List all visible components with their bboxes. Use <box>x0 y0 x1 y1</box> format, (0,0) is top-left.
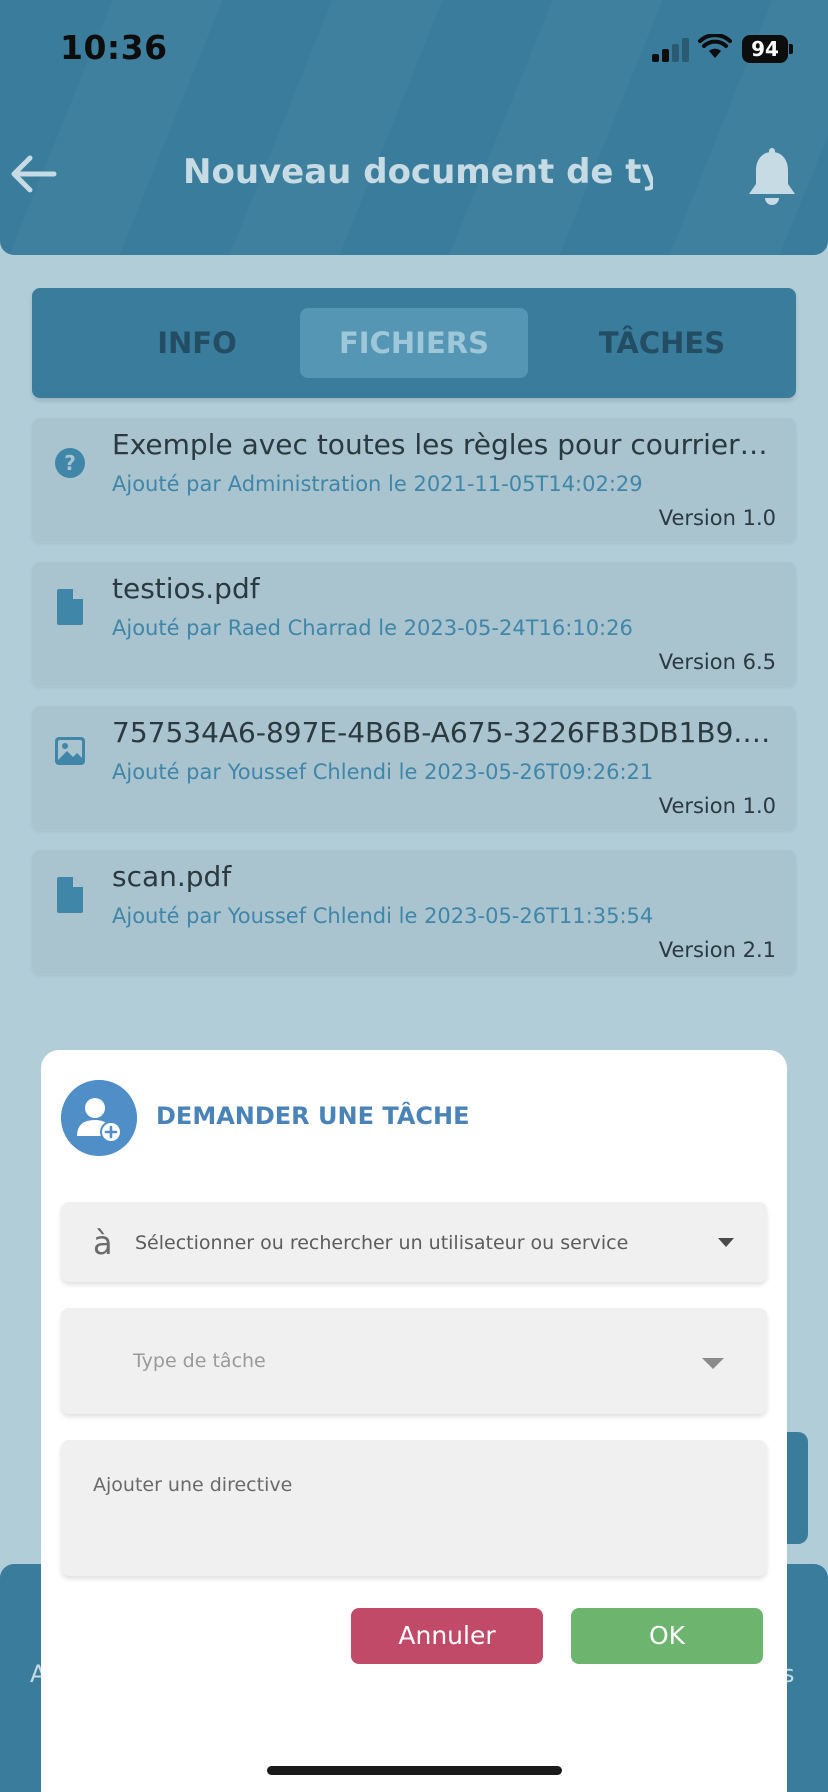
header-decoration <box>207 0 462 255</box>
help-circle-icon: ? <box>55 448 85 478</box>
file-meta: Ajouté par Administration le 2021-11-05T… <box>112 472 643 496</box>
request-task-dialog: DEMANDER UNE TÂCHE à Sélectionner ou rec… <box>41 1050 787 1792</box>
directive-placeholder: Ajouter une directive <box>93 1474 293 1496</box>
file-version: Version 1.0 <box>658 506 776 530</box>
task-type-select[interactable]: Type de tâche <box>61 1308 767 1414</box>
cellular-signal-icon <box>652 38 690 62</box>
file-list-item[interactable]: testios.pdf Ajouté par Raed Charrad le 2… <box>32 562 796 686</box>
file-name: scan.pdf <box>112 860 232 893</box>
svg-text:?: ? <box>64 451 76 475</box>
header-decoration <box>427 0 682 255</box>
tab-fichiers[interactable]: FICHIERS <box>300 308 528 378</box>
file-version: Version 6.5 <box>658 650 776 674</box>
file-version: Version 2.1 <box>658 938 776 962</box>
recipient-placeholder: Sélectionner ou rechercher un utilisateu… <box>135 1232 629 1254</box>
file-name: testios.pdf <box>112 572 260 605</box>
file-icon <box>57 877 83 913</box>
tab-info[interactable]: INFO <box>82 308 312 378</box>
directive-input[interactable]: Ajouter une directive <box>61 1440 767 1576</box>
file-name: Exemple avec toutes les règles pour cour… <box>112 428 772 461</box>
file-meta: Ajouté par Youssef Chlendi le 2023-05-26… <box>112 760 654 784</box>
recipient-select[interactable]: à Sélectionner ou rechercher un utilisat… <box>61 1202 767 1282</box>
file-list-item[interactable]: 757534A6-897E-4B6B-A675-3226FB3DB1B9.p… … <box>32 706 796 830</box>
recipient-prefix: à <box>93 1224 113 1262</box>
notification-bell-icon[interactable] <box>744 148 800 208</box>
file-list-item[interactable]: ? Exemple avec toutes les règles pour co… <box>32 418 796 542</box>
chevron-down-icon <box>718 1238 734 1247</box>
tab-bar: INFO FICHIERS TÂCHES <box>32 288 796 398</box>
chevron-down-icon <box>702 1358 724 1369</box>
file-icon <box>57 589 83 625</box>
cancel-button[interactable]: Annuler <box>351 1608 543 1664</box>
app-header: 10:36 94 Nouveau document de ty… <box>0 0 828 255</box>
ok-button[interactable]: OK <box>571 1608 763 1664</box>
home-indicator[interactable] <box>267 1766 562 1775</box>
tab-taches[interactable]: TÂCHES <box>544 308 780 378</box>
file-meta: Ajouté par Raed Charrad le 2023-05-24T16… <box>112 616 633 640</box>
file-version: Version 1.0 <box>658 794 776 818</box>
file-meta: Ajouté par Youssef Chlendi le 2023-05-26… <box>112 904 654 928</box>
task-type-placeholder: Type de tâche <box>133 1350 266 1372</box>
file-list-item[interactable]: scan.pdf Ajouté par Youssef Chlendi le 2… <box>32 850 796 974</box>
dialog-title: DEMANDER UNE TÂCHE <box>156 1102 470 1130</box>
add-user-icon <box>61 1080 137 1156</box>
image-icon <box>55 737 85 765</box>
back-arrow-icon[interactable] <box>8 152 58 196</box>
battery-tip <box>789 44 793 54</box>
page-title: Nouveau document de ty… <box>183 152 653 192</box>
file-name: 757534A6-897E-4B6B-A675-3226FB3DB1B9.p… <box>112 716 772 749</box>
wifi-icon <box>698 34 732 58</box>
battery-indicator: 94 <box>742 35 788 63</box>
status-time: 10:36 <box>60 28 168 67</box>
